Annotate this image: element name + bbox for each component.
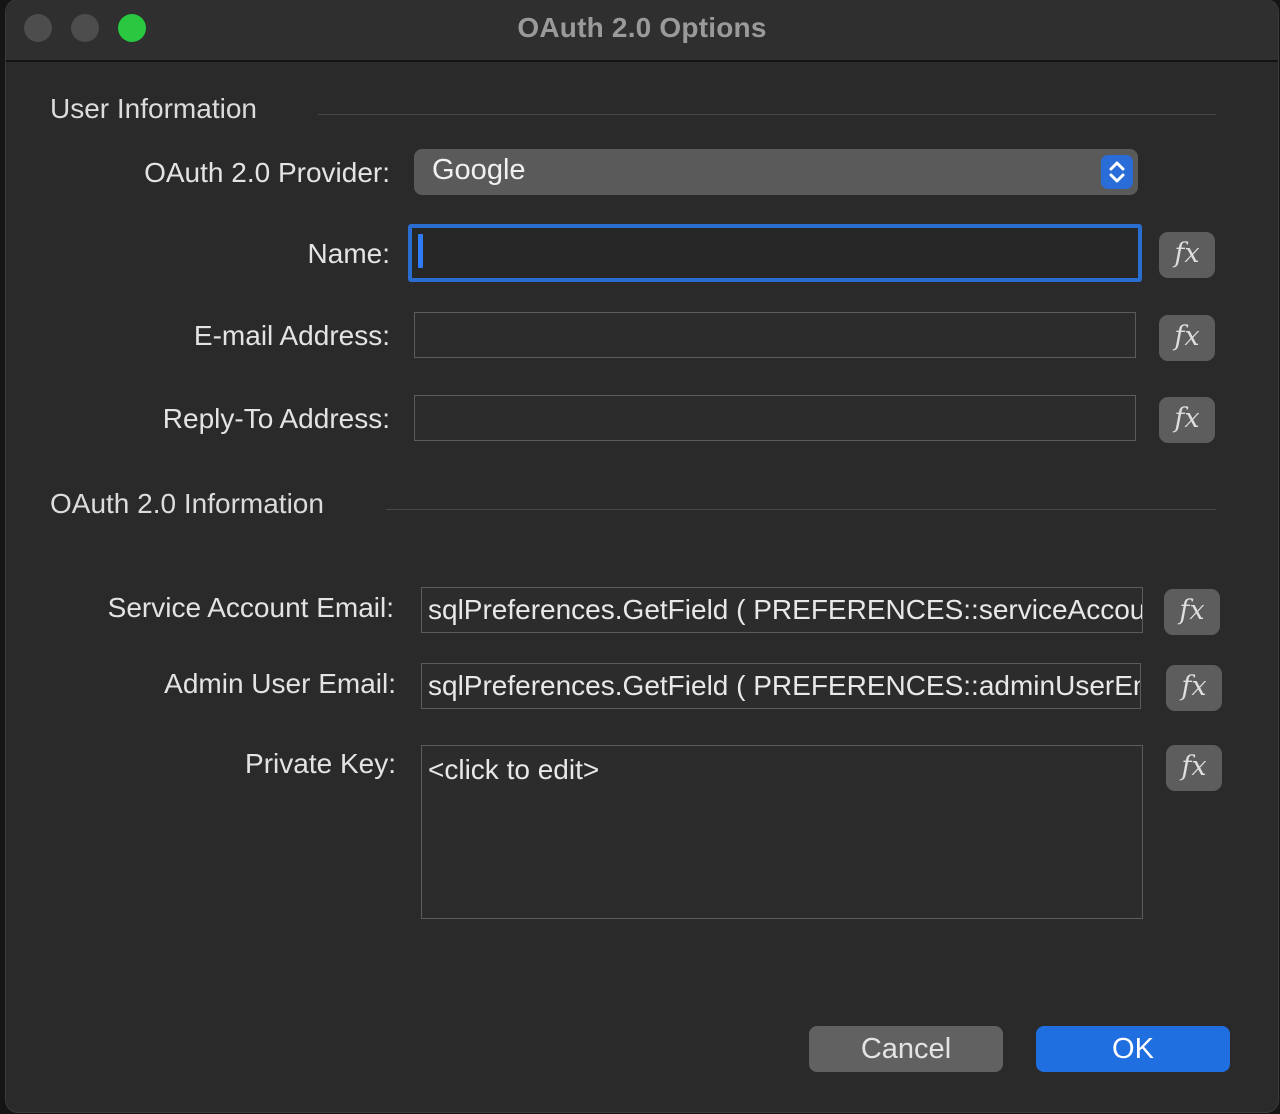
service-account-email-fx-button[interactable]: fx — [1164, 589, 1220, 635]
email-fx-button[interactable]: fx — [1159, 315, 1215, 361]
user-information-divider — [318, 114, 1216, 115]
admin-user-email-field[interactable]: sqlPreferences.GetField ( PREFERENCES::a… — [421, 663, 1141, 709]
name-fx-button[interactable]: fx — [1159, 232, 1215, 278]
user-information-header: User Information — [50, 93, 257, 124]
email-label: E-mail Address: — [193, 320, 390, 351]
oauth-information-divider — [386, 509, 1216, 510]
reply-to-field[interactable] — [414, 395, 1136, 441]
email-field[interactable] — [414, 312, 1136, 358]
reply-to-fx-button[interactable]: fx — [1159, 397, 1215, 443]
provider-selected-value: Google — [432, 154, 526, 186]
admin-user-email-value: sqlPreferences.GetField ( PREFERENCES::a… — [428, 670, 1140, 701]
title-bar: OAuth 2.0 Options — [6, 0, 1278, 62]
provider-label: OAuth 2.0 Provider: — [144, 157, 390, 188]
service-account-email-label: Service Account Email: — [107, 592, 394, 623]
chevron-up-down-icon — [1101, 155, 1133, 189]
service-account-email-field[interactable]: sqlPreferences.GetField ( PREFERENCES::s… — [421, 587, 1143, 633]
ok-button[interactable]: OK — [1036, 1026, 1230, 1072]
provider-select[interactable]: Google — [414, 149, 1138, 195]
private-key-field[interactable]: <click to edit> — [421, 745, 1143, 919]
cancel-button[interactable]: Cancel — [809, 1026, 1003, 1072]
private-key-value: <click to edit> — [428, 754, 600, 785]
admin-user-email-label: Admin User Email: — [164, 668, 396, 699]
service-account-email-value: sqlPreferences.GetField ( PREFERENCES::s… — [428, 594, 1142, 625]
oauth-information-header: OAuth 2.0 Information — [50, 488, 324, 519]
name-label: Name: — [307, 238, 390, 269]
admin-user-email-fx-button[interactable]: fx — [1166, 665, 1222, 711]
oauth-options-dialog: OAuth 2.0 Options User Information OAuth… — [6, 0, 1278, 1112]
private-key-label: Private Key: — [245, 748, 396, 779]
name-field[interactable] — [408, 224, 1142, 282]
reply-to-label: Reply-To Address: — [162, 403, 390, 434]
text-cursor — [418, 234, 423, 268]
window-title: OAuth 2.0 Options — [517, 12, 767, 43]
private-key-fx-button[interactable]: fx — [1166, 745, 1222, 791]
